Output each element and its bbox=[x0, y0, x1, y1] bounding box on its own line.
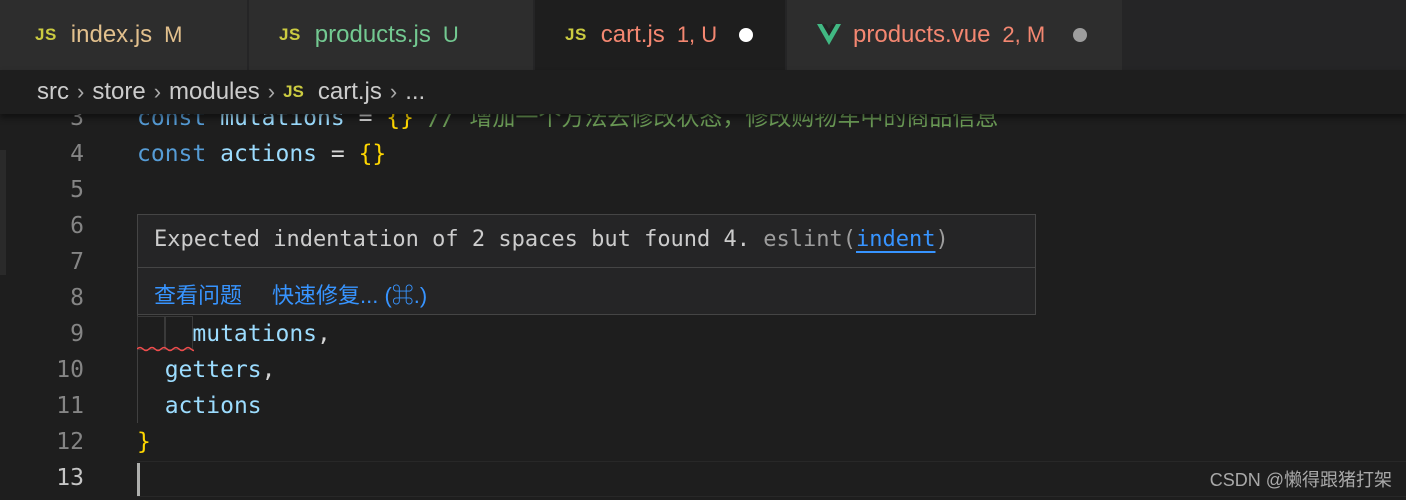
code-token: = bbox=[317, 141, 359, 167]
line-number: 4 bbox=[70, 141, 84, 167]
code-line[interactable]: 12} bbox=[0, 424, 1406, 460]
code-line[interactable]: 10 getters, bbox=[0, 352, 1406, 388]
js-file-icon: JS bbox=[283, 82, 304, 101]
code-line[interactable]: 5 bbox=[0, 172, 1406, 208]
code-line[interactable]: 11 actions bbox=[0, 388, 1406, 424]
lint-source-close: ) bbox=[935, 227, 949, 252]
code-line[interactable]: 4 const actions = {} bbox=[0, 136, 1406, 172]
rule-link[interactable]: indent bbox=[856, 227, 935, 252]
hover-divider bbox=[138, 267, 1035, 268]
lint-source: eslint( bbox=[763, 227, 856, 252]
line-number: 8 bbox=[70, 285, 84, 311]
chevron-right-icon: › bbox=[153, 79, 162, 104]
line-number: 7 bbox=[70, 249, 84, 275]
code-token: actions bbox=[164, 393, 262, 419]
code-token: getters bbox=[164, 357, 262, 383]
line-number: 9 bbox=[70, 321, 84, 347]
chevron-right-icon: › bbox=[77, 79, 85, 104]
breadcrumb: src › store › modules › JS cart.js › ... bbox=[0, 70, 1406, 114]
breadcrumb-item[interactable]: modules bbox=[169, 78, 260, 106]
breadcrumb-item[interactable]: store bbox=[92, 78, 145, 106]
line-number: 6 bbox=[70, 213, 84, 239]
code-token: , bbox=[261, 357, 276, 383]
line-code: } bbox=[137, 424, 151, 460]
code-token: } bbox=[137, 429, 151, 455]
code-token: , bbox=[317, 321, 331, 347]
chevron-right-icon: › bbox=[389, 79, 398, 104]
line-code: actions bbox=[137, 388, 262, 424]
line-number: 11 bbox=[56, 393, 84, 419]
line-code: const actions = {} bbox=[137, 136, 386, 172]
breadcrumb-file[interactable]: cart.js bbox=[318, 78, 382, 106]
quick-fix-link[interactable]: 快速修复... (⌘.) bbox=[272, 283, 427, 308]
line-number: 13 bbox=[56, 465, 84, 491]
watermark: CSDN @懒得跟猪打架 bbox=[1209, 470, 1392, 490]
code-token: {} bbox=[358, 141, 387, 167]
line-number: 5 bbox=[70, 177, 84, 203]
code-token: mutations bbox=[192, 321, 318, 347]
hover-actions: 查看问题 快速修复... (⌘.) bbox=[154, 278, 427, 310]
breadcrumb-symbol[interactable]: ... bbox=[405, 78, 425, 106]
vscode-window: JS index.js M JS products.js U JS cart.j… bbox=[0, 0, 1406, 500]
error-squiggle bbox=[137, 346, 194, 352]
breadcrumb-item[interactable]: src bbox=[37, 78, 69, 106]
chevron-right-icon: › bbox=[267, 79, 276, 104]
code-token: actions bbox=[220, 141, 318, 167]
code-line[interactable]: 9 mutations, bbox=[0, 316, 1406, 352]
line-number: 10 bbox=[56, 357, 84, 383]
code-token: const bbox=[137, 141, 221, 167]
text-cursor bbox=[137, 463, 140, 496]
view-problem-link[interactable]: 查看问题 bbox=[154, 283, 242, 308]
error-text: Expected indentation of 2 spaces but fou… bbox=[154, 227, 764, 252]
problem-hover-widget: Expected indentation of 2 spaces but fou… bbox=[137, 214, 1036, 315]
line-code: getters, bbox=[137, 352, 276, 388]
line-number: 12 bbox=[56, 429, 84, 455]
hover-message: Expected indentation of 2 spaces but fou… bbox=[154, 227, 949, 252]
